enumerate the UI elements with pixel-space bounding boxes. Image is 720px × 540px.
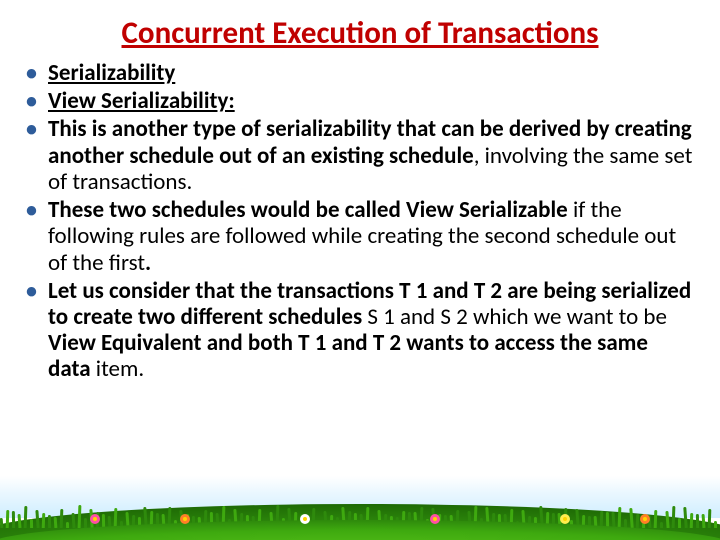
list-item: Let us consider that the transactions T … (44, 278, 694, 383)
flower-icon (180, 514, 190, 524)
grass-back (0, 504, 720, 540)
flower-icon (90, 514, 100, 524)
decorative-ground (0, 476, 720, 540)
grass-front (0, 520, 720, 540)
sky-gradient (0, 476, 720, 518)
flower-icon (640, 514, 650, 524)
flower-icon (300, 514, 310, 524)
list-item: View Serializability: (44, 88, 694, 114)
grass-blades (0, 498, 720, 528)
list-item: Serializability (44, 60, 694, 86)
slide: Concurrent Execution of Transactions Ser… (0, 14, 720, 540)
flower-icon (430, 514, 440, 524)
list-item: These two schedules would be called View… (44, 197, 694, 276)
slide-title: Concurrent Execution of Transactions (30, 14, 690, 52)
bullet-list: Serializability View Serializability: Th… (20, 60, 694, 383)
flower-icon (560, 514, 570, 524)
list-item: This is another type of serializability … (44, 116, 694, 195)
